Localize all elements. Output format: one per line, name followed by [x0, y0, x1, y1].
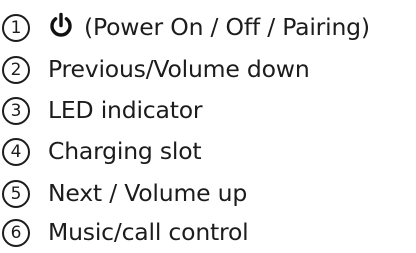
- legend-item-previous-volume-down: 2 Previous/Volume down: [2, 50, 310, 90]
- item-number-3: 3: [2, 97, 30, 125]
- legend-item-power: 1 (Power On / Off / Pairing): [2, 8, 370, 48]
- item-label-previous-volume-down: Previous/Volume down: [48, 55, 310, 84]
- item-label-power: (Power On / Off / Pairing): [84, 13, 370, 42]
- power-icon: [50, 12, 72, 37]
- item-label-led-indicator: LED indicator: [48, 96, 203, 125]
- item-number-1: 1: [2, 14, 30, 42]
- item-label-charging-slot: Charging slot: [48, 137, 202, 166]
- item-label-music-call-control: Music/call control: [48, 218, 249, 247]
- item-number-2: 2: [2, 56, 30, 84]
- legend-item-led-indicator: 3 LED indicator: [2, 91, 203, 131]
- item-number-6: 6: [2, 219, 30, 247]
- legend-item-music-call-control: 6 Music/call control: [2, 213, 249, 253]
- legend-list: 1 (Power On / Off / Pairing) 2 Previous/…: [0, 0, 416, 252]
- item-label-next-volume-up: Next / Volume up: [48, 179, 248, 208]
- legend-item-charging-slot: 4 Charging slot: [2, 132, 202, 172]
- item-number-5: 5: [2, 180, 30, 208]
- item-number-4: 4: [2, 138, 30, 166]
- legend-item-next-volume-up: 5 Next / Volume up: [2, 174, 247, 214]
